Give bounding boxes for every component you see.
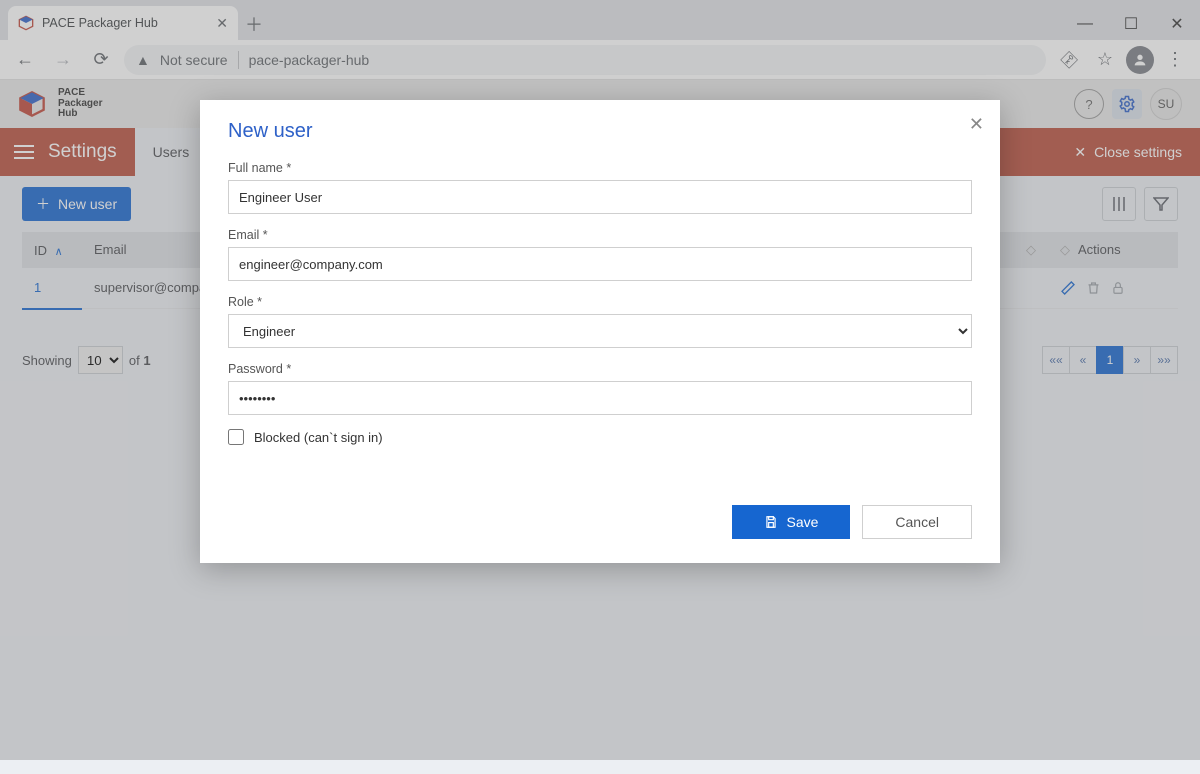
full-name-input[interactable] — [228, 180, 972, 214]
new-user-dialog: ✕ New user Full name * Email * Role * En… — [200, 100, 1000, 563]
email-label: Email * — [228, 228, 972, 242]
dialog-title: New user — [228, 120, 972, 143]
blocked-checkbox[interactable] — [228, 429, 244, 445]
modal-overlay: ✕ New user Full name * Email * Role * En… — [0, 0, 1200, 760]
save-button[interactable]: Save — [732, 505, 850, 539]
save-label: Save — [786, 514, 818, 530]
full-name-label: Full name * — [228, 161, 972, 175]
password-input[interactable] — [228, 381, 972, 415]
email-input[interactable] — [228, 247, 972, 281]
role-select[interactable]: Engineer — [228, 314, 972, 348]
dialog-close-icon[interactable]: ✕ — [969, 114, 984, 135]
password-label: Password * — [228, 362, 972, 376]
save-icon — [764, 515, 778, 529]
blocked-label: Blocked (can`t sign in) — [254, 430, 383, 445]
role-label: Role * — [228, 295, 972, 309]
cancel-button[interactable]: Cancel — [862, 505, 972, 539]
